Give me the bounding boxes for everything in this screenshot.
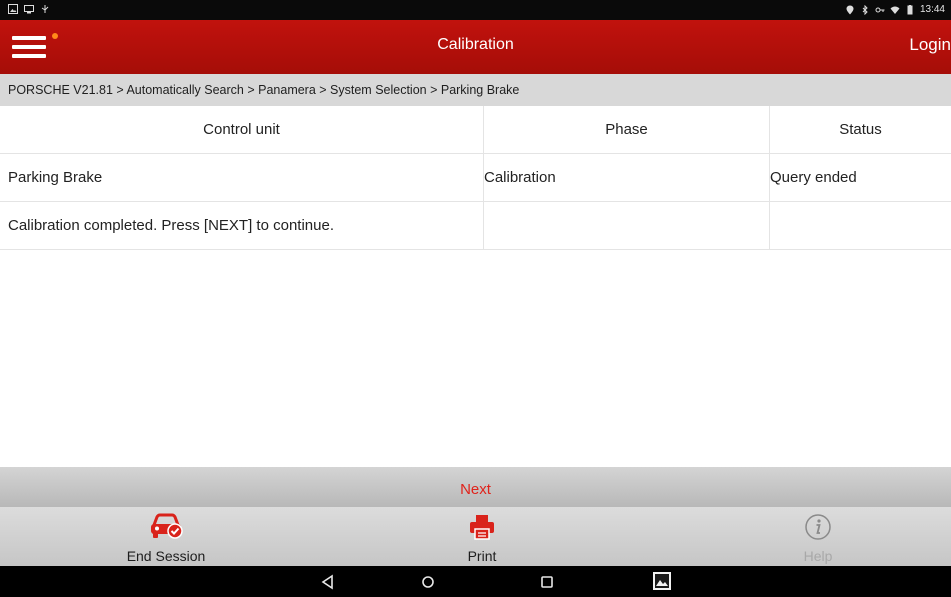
table-row: Parking Brake Calibration Query ended (0, 154, 951, 202)
table-row: Calibration completed. Press [NEXT] to c… (0, 202, 951, 250)
back-icon[interactable] (318, 572, 338, 592)
page-title: Calibration (437, 36, 514, 53)
bottom-toolbar: End Session Print Help (0, 507, 951, 566)
print-button[interactable]: Print (382, 507, 582, 566)
cell-control-unit: Parking Brake (0, 154, 484, 201)
cell-status (770, 202, 951, 249)
android-status-bar: 13:44 (0, 0, 951, 20)
app-header: Calibration Login (0, 20, 951, 74)
cell-phase: Calibration (484, 154, 770, 201)
bluetooth-icon (862, 5, 868, 15)
gallery-icon[interactable] (652, 571, 672, 591)
recents-icon[interactable] (537, 572, 557, 592)
table-header-row: Control unit Phase Status (0, 106, 951, 154)
login-link[interactable]: Login (909, 35, 951, 55)
home-icon[interactable] (418, 572, 438, 592)
results-table: Control unit Phase Status Parking Brake … (0, 106, 951, 250)
print-label: Print (467, 548, 497, 564)
help-label: Help (803, 548, 833, 564)
cast-icon (24, 5, 34, 14)
printer-icon (470, 515, 494, 540)
usb-icon (41, 5, 49, 13)
column-header-status: Status (839, 121, 882, 138)
location-icon (846, 5, 854, 15)
end-session-label: End Session (126, 548, 206, 564)
car-check-icon (151, 513, 183, 539)
cell-phase (484, 202, 770, 249)
help-button[interactable]: Help (718, 507, 918, 566)
column-header-phase: Phase (484, 106, 770, 153)
column-header-control-unit: Control unit (0, 106, 484, 153)
vpn-key-icon (875, 7, 885, 13)
android-nav-bar (0, 566, 951, 597)
cell-message: Calibration completed. Press [NEXT] to c… (0, 202, 484, 249)
wifi-icon (890, 6, 900, 14)
status-time: 13:44 (919, 4, 945, 15)
cell-status: Query ended (770, 169, 857, 186)
breadcrumb: PORSCHE V21.81 > Automatically Search > … (0, 74, 951, 106)
battery-icon (907, 5, 913, 15)
image-notification-icon (8, 4, 18, 14)
end-session-button[interactable]: End Session (66, 507, 266, 566)
info-icon (805, 514, 831, 540)
next-button[interactable]: Next (0, 467, 951, 507)
next-button-label: Next (460, 480, 491, 498)
